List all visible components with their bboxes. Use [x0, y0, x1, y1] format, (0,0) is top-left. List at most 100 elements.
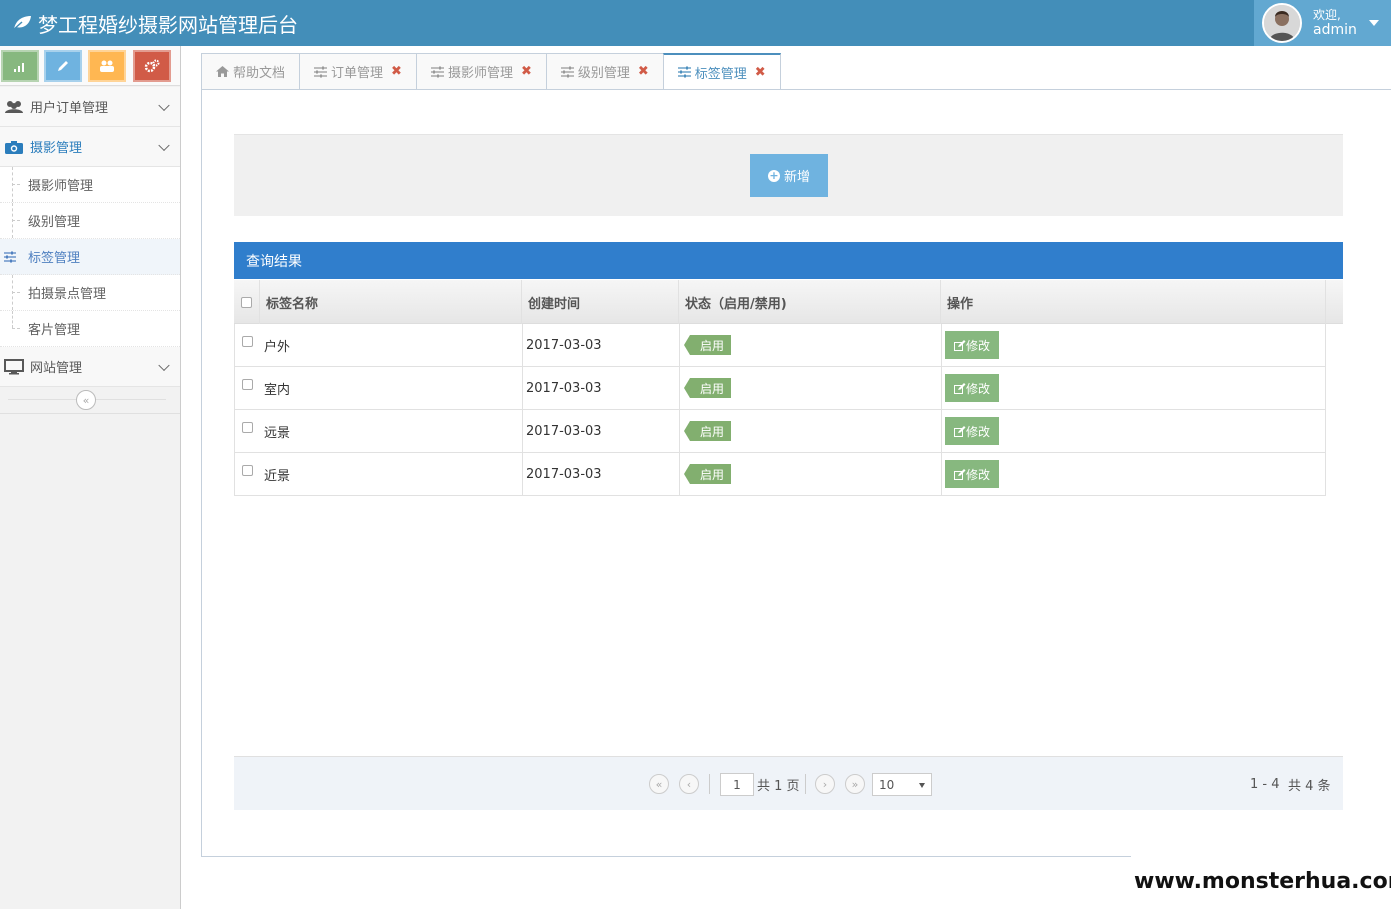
submenu-level[interactable]: 级别管理: [0, 203, 180, 239]
desktop-icon: [3, 358, 25, 375]
tab-label: 级别管理: [577, 66, 630, 81]
record-range: 1 - 4: [1250, 777, 1280, 792]
submenu-tag[interactable]: 标签管理: [0, 239, 180, 275]
welcome-text: 欢迎,: [1313, 8, 1341, 22]
sidebar-shortcuts: [0, 46, 180, 86]
menu-user-orders[interactable]: 用户订单管理: [0, 87, 180, 127]
column-header-status[interactable]: 状态（启用/禁用): [685, 280, 787, 324]
edit-label: 修改: [965, 424, 990, 439]
toolbar: + 新增: [234, 134, 1343, 216]
menu-label: 摄影管理: [30, 141, 83, 156]
prev-page-button[interactable]: ‹: [679, 774, 699, 794]
select-all-checkbox[interactable]: [241, 297, 252, 308]
shortcut-cogs-button[interactable]: [133, 50, 171, 82]
brand[interactable]: 梦工程婚纱摄影网站管理后台: [12, 9, 298, 37]
menu-label: 网站管理: [30, 361, 83, 376]
total-records: 共 4 条: [1288, 779, 1331, 794]
created-date: 2017-03-03: [526, 380, 602, 396]
edit-button[interactable]: 修改: [945, 331, 999, 359]
tag-name: 户外: [264, 339, 291, 355]
caret-down-icon: [1368, 20, 1379, 26]
shortcut-pencil-button[interactable]: [44, 50, 82, 82]
pencil-icon: [58, 61, 68, 71]
sliders-icon: [560, 66, 574, 78]
sliders-icon: [314, 66, 328, 78]
signal-icon: [14, 63, 24, 72]
close-icon[interactable]: ✖: [755, 65, 766, 80]
tab-label: 订单管理: [331, 66, 384, 81]
shortcut-group-button[interactable]: [88, 50, 126, 82]
close-icon[interactable]: ✖: [638, 64, 649, 79]
edit-button[interactable]: 修改: [945, 417, 999, 445]
page-size-select[interactable]: 10: [872, 773, 932, 796]
collapse-sidebar-button[interactable]: «: [76, 390, 96, 410]
user-menu[interactable]: 欢迎, admin: [1254, 0, 1391, 46]
tag-name: 远景: [264, 425, 291, 441]
caret-down-icon: [919, 783, 925, 788]
last-page-button[interactable]: »: [845, 774, 865, 794]
table-row[interactable]: 室内 2017-03-03 启用 修改: [234, 367, 1326, 410]
top-navbar: 梦工程婚纱摄影网站管理后台 欢迎, admin: [0, 0, 1391, 46]
tab-levels[interactable]: 级别管理 ✖: [545, 53, 663, 90]
created-date: 2017-03-03: [526, 466, 602, 482]
tab-orders[interactable]: 订单管理 ✖: [299, 53, 416, 90]
tab-photographers[interactable]: 摄影师管理 ✖: [415, 53, 546, 90]
table-row[interactable]: 户外 2017-03-03 启用 修改: [234, 324, 1326, 367]
submenu-client-photos[interactable]: 客片管理: [0, 311, 180, 347]
created-date: 2017-03-03: [526, 337, 602, 353]
submenu-photographer[interactable]: 摄影师管理: [0, 167, 180, 203]
row-checkbox[interactable]: [242, 422, 253, 433]
edit-label: 修改: [965, 338, 990, 353]
tab-label: 标签管理: [694, 66, 747, 82]
close-icon[interactable]: ✖: [391, 64, 402, 79]
column-header-created[interactable]: 创建时间: [528, 280, 580, 324]
status-badge: 启用: [683, 464, 732, 484]
results-grid: 标签名称 创建时间 状态（启用/禁用) 操作 户外 2017-03-03 启用 …: [234, 280, 1343, 496]
tab-bar: 帮助文档 订单管理 ✖ 摄影师管理 ✖ 级别管理 ✖ 标签管理 ✖: [201, 53, 781, 90]
home-icon: [216, 66, 229, 77]
table-row[interactable]: 远景 2017-03-03 启用 修改: [234, 410, 1326, 453]
users-icon: [3, 100, 25, 114]
menu-label: 用户订单管理: [30, 101, 109, 116]
close-icon[interactable]: ✖: [521, 64, 532, 79]
shortcut-signal-button[interactable]: [1, 50, 39, 82]
edit-icon: [953, 468, 966, 480]
add-button-label: 新增: [783, 170, 810, 185]
submenu-label: 客片管理: [28, 323, 81, 338]
status-badge: 启用: [683, 378, 732, 398]
chevron-down-icon: [158, 99, 170, 111]
row-checkbox[interactable]: [242, 336, 253, 347]
pager: « ‹ 1 共 1 页 › » 10 1 - 4 共 4 条: [234, 756, 1343, 810]
page-number-input[interactable]: 1: [720, 773, 754, 796]
first-page-button[interactable]: «: [649, 774, 669, 794]
sidebar: 用户订单管理 摄影管理 摄影师管理 级别管理 标签管理 拍摄景点管理 客片管理 …: [0, 46, 181, 909]
menu-photography[interactable]: 摄影管理: [0, 127, 180, 167]
sidebar-collapse: «: [0, 386, 180, 414]
submenu-spot[interactable]: 拍摄景点管理: [0, 275, 180, 311]
column-header-name[interactable]: 标签名称: [266, 280, 318, 324]
row-checkbox[interactable]: [242, 379, 253, 390]
camera-icon: [3, 140, 25, 154]
avatar: [1262, 3, 1302, 43]
sliders-icon: [430, 66, 444, 78]
tag-name: 室内: [264, 382, 291, 398]
tab-tags[interactable]: 标签管理 ✖: [662, 53, 781, 90]
edit-label: 修改: [965, 467, 990, 482]
chevron-down-icon: [158, 139, 170, 151]
watermark: www.monsterhua.com: [1131, 853, 1391, 909]
results-title: 查询结果: [246, 253, 302, 270]
edit-icon: [953, 339, 966, 351]
tab-help[interactable]: 帮助文档: [201, 53, 300, 90]
add-button[interactable]: + 新增: [750, 154, 828, 197]
edit-button[interactable]: 修改: [945, 374, 999, 402]
results-caption: 查询结果: [234, 242, 1343, 279]
submenu-label: 摄影师管理: [28, 179, 94, 194]
table-row[interactable]: 近景 2017-03-03 启用 修改: [234, 453, 1326, 496]
next-page-button[interactable]: ›: [815, 774, 835, 794]
edit-button[interactable]: 修改: [945, 460, 999, 488]
column-header-action[interactable]: 操作: [947, 280, 973, 324]
row-checkbox[interactable]: [242, 465, 253, 476]
menu-website[interactable]: 网站管理: [0, 347, 180, 387]
cogs-icon: [144, 59, 160, 73]
grid-header: 标签名称 创建时间 状态（启用/禁用) 操作: [234, 280, 1343, 324]
